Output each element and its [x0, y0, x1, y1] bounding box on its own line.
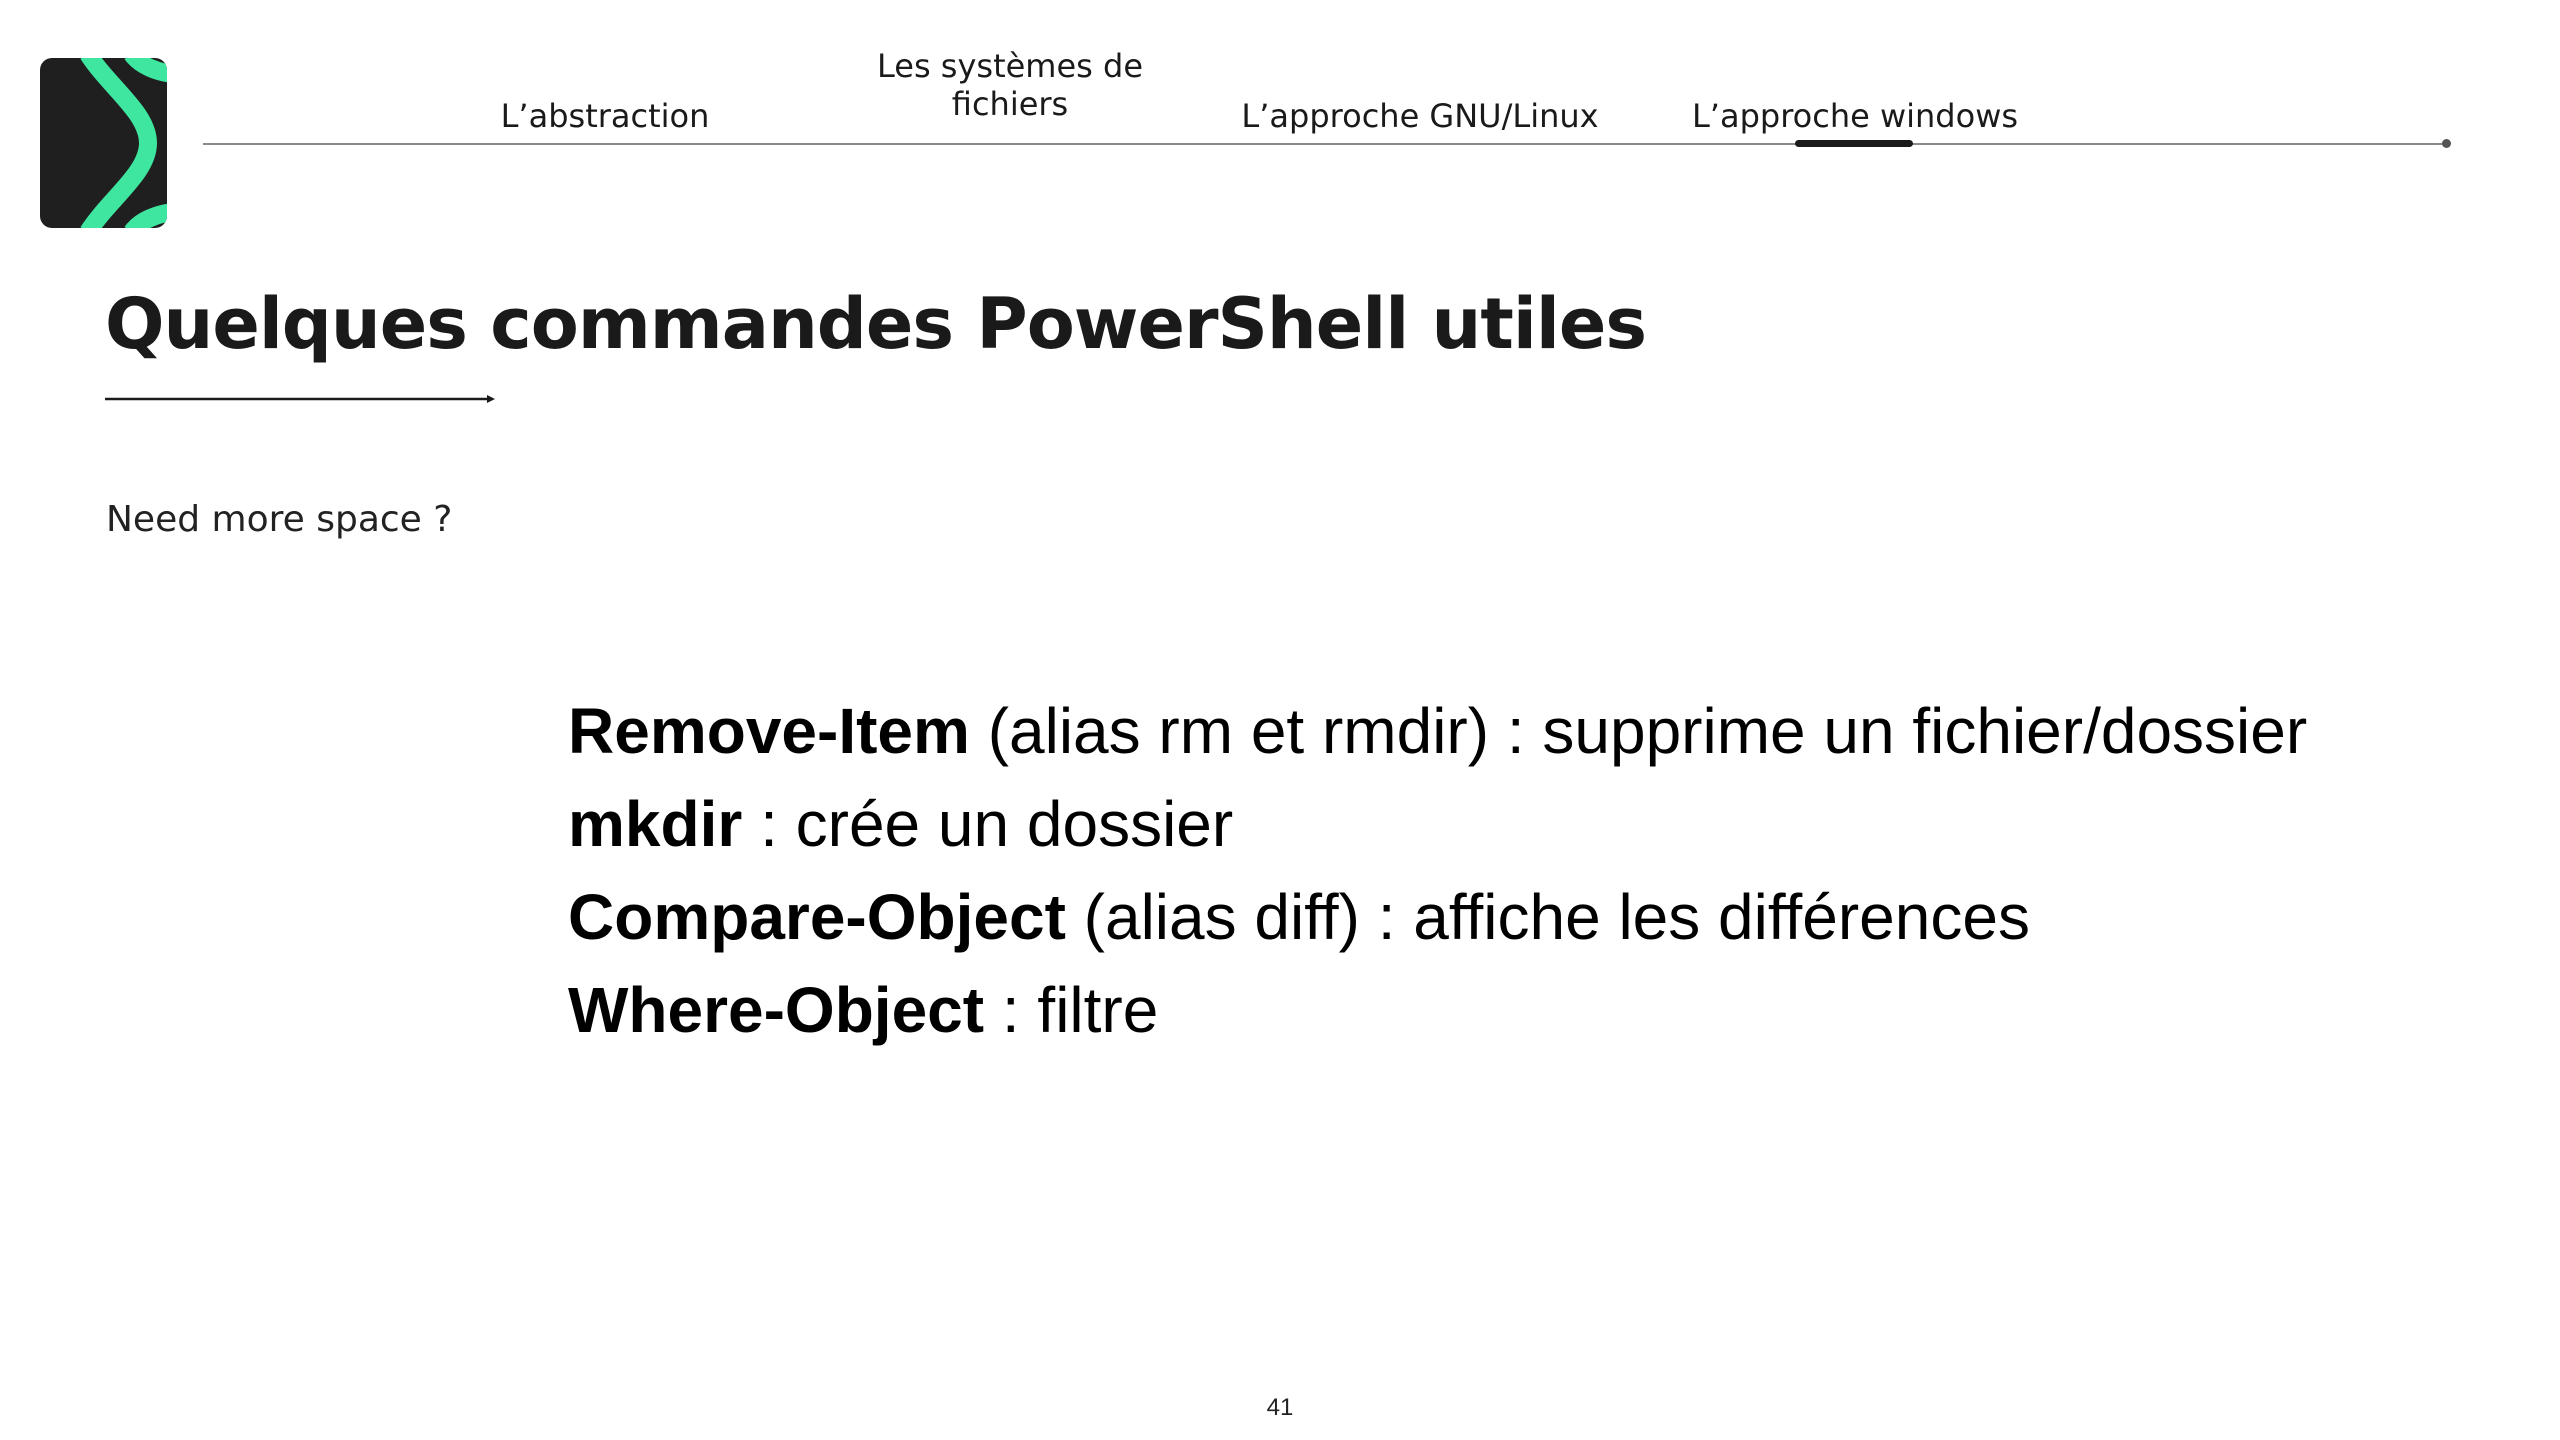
command-item-mkdir: mkdir : crée un dossier: [568, 778, 2307, 871]
nav-item-approche-windows[interactable]: L’approche windows: [1670, 97, 2040, 135]
command-description: (alias rm et rmdir) : supprime un fichie…: [969, 695, 2308, 767]
nav-item-approche-gnu-linux[interactable]: L’approche GNU/Linux: [1220, 97, 1620, 135]
command-item-where-object: Where-Object : filtre: [568, 964, 2307, 1057]
command-list: Remove-Item (alias rm et rmdir) : suppri…: [568, 685, 2307, 1057]
command-name: Where-Object: [568, 974, 985, 1046]
page-number: 41: [1266, 1394, 1294, 1421]
title-underline-arrow-icon: [105, 395, 495, 403]
command-description: : filtre: [984, 974, 1159, 1046]
command-item-remove-item: Remove-Item (alias rm et rmdir) : suppri…: [568, 685, 2307, 778]
slide: L’abstraction Les systèmes de fichiers L…: [0, 0, 2560, 1440]
nav-end-dot: [2442, 139, 2451, 148]
nav-item-abstraction[interactable]: L’abstraction: [470, 97, 740, 135]
brand-logo-icon: [40, 58, 167, 228]
command-name: Remove-Item: [568, 695, 970, 767]
nav-item-systemes-de-fichiers[interactable]: Les systèmes de fichiers: [860, 47, 1160, 123]
command-description: : crée un dossier: [742, 788, 1234, 860]
command-item-compare-object: Compare-Object (alias diff) : affiche le…: [568, 871, 2307, 964]
page-title: Quelques commandes PowerShell utiles: [105, 283, 1647, 365]
nav-timeline: [203, 143, 2447, 145]
subtitle: Need more space ?: [106, 499, 453, 540]
command-name: Compare-Object: [568, 881, 1066, 953]
nav-active-indicator: [1795, 140, 1913, 147]
command-name: mkdir: [568, 788, 743, 860]
command-description: (alias diff) : affiche les différences: [1065, 881, 2030, 953]
